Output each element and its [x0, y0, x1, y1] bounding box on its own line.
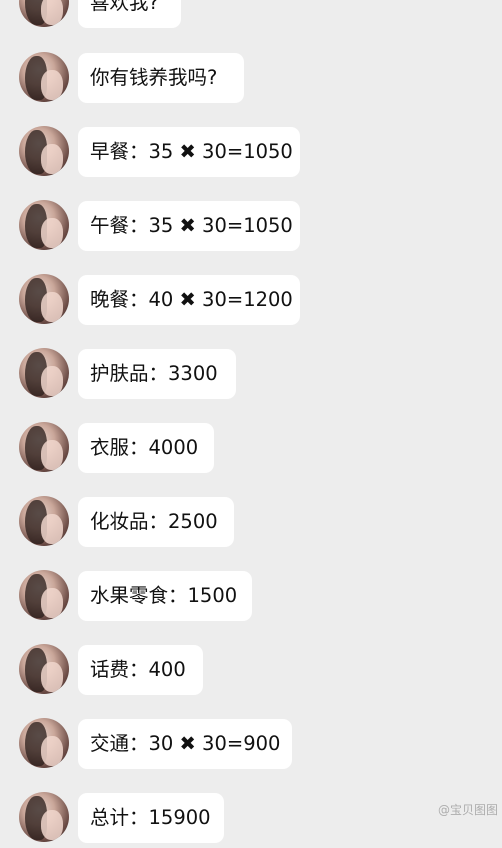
message-row: 总计：15900: [0, 788, 502, 848]
message-row: 交通：30 ✖ 30=900: [0, 714, 502, 774]
sender-avatar[interactable]: [19, 570, 69, 620]
chat-area: 喜欢我? 你有钱养我吗? 早餐：35 ✖ 30=1050 午餐：35 ✖ 30=…: [0, 0, 502, 843]
message-bubble[interactable]: 你有钱养我吗?: [78, 53, 244, 103]
sender-avatar[interactable]: [19, 348, 69, 398]
message-row: 你有钱养我吗?: [0, 48, 502, 108]
message-bubble[interactable]: 水果零食：1500: [78, 571, 252, 621]
message-bubble[interactable]: 午餐：35 ✖ 30=1050: [78, 201, 300, 251]
sender-avatar[interactable]: [19, 126, 69, 176]
sender-avatar[interactable]: [19, 422, 69, 472]
message-bubble[interactable]: 交通：30 ✖ 30=900: [78, 719, 292, 769]
message-bubble[interactable]: 护肤品：3300: [78, 349, 236, 399]
sender-avatar[interactable]: [19, 792, 69, 842]
sender-avatar[interactable]: [19, 644, 69, 694]
message-row: 护肤品：3300: [0, 344, 502, 404]
message-bubble[interactable]: 总计：15900: [78, 793, 224, 843]
sender-avatar[interactable]: [19, 718, 69, 768]
message-bubble[interactable]: 化妆品：2500: [78, 497, 234, 547]
sender-avatar[interactable]: [19, 496, 69, 546]
message-row: 水果零食：1500: [0, 566, 502, 626]
message-row: 午餐：35 ✖ 30=1050: [0, 196, 502, 256]
message-row: 衣服：4000: [0, 418, 502, 478]
message-bubble[interactable]: 衣服：4000: [78, 423, 214, 473]
sender-avatar[interactable]: [19, 200, 69, 250]
watermark: @宝贝图图: [437, 803, 498, 817]
sender-avatar[interactable]: [19, 274, 69, 324]
sender-avatar[interactable]: [19, 52, 69, 102]
message-bubble[interactable]: 喜欢我?: [78, 0, 181, 28]
message-row: 早餐：35 ✖ 30=1050: [0, 122, 502, 182]
message-bubble[interactable]: 话费：400: [78, 645, 203, 695]
sender-avatar[interactable]: [19, 0, 69, 27]
message-bubble[interactable]: 早餐：35 ✖ 30=1050: [78, 127, 300, 177]
message-bubble[interactable]: 晚餐：40 ✖ 30=1200: [78, 275, 300, 325]
message-row: 化妆品：2500: [0, 492, 502, 552]
message-row: 晚餐：40 ✖ 30=1200: [0, 270, 502, 330]
message-row: 话费：400: [0, 640, 502, 700]
message-row: 喜欢我?: [0, 0, 502, 33]
